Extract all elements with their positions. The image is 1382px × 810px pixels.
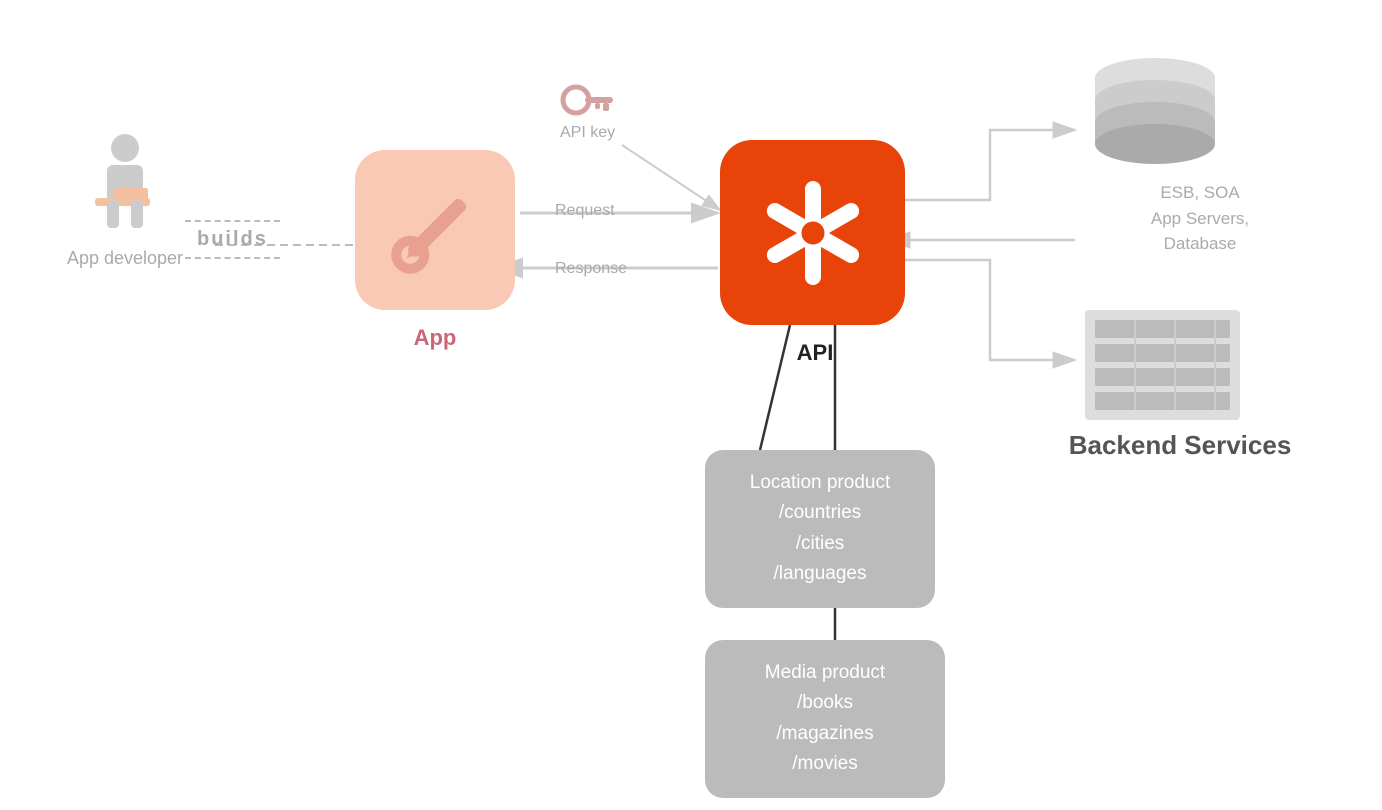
- diagram-container: App developer builds App API key: [0, 0, 1382, 810]
- media-line-1: Media product: [725, 658, 925, 688]
- location-line-1: Location product: [725, 468, 915, 498]
- media-line-4: /movies: [725, 749, 925, 779]
- db-svg: [1075, 50, 1235, 170]
- response-label: Response: [555, 260, 627, 278]
- developer-label: App developer: [67, 248, 183, 269]
- tools-icon: [380, 175, 490, 285]
- key-icon: [560, 80, 615, 120]
- media-box-text: Media product /books /magazines /movies: [725, 658, 925, 780]
- location-box-text: Location product /countries /cities /lan…: [725, 468, 915, 590]
- server-icon: [1075, 300, 1250, 435]
- database-icon: [1075, 50, 1235, 175]
- app-label: App: [395, 325, 475, 351]
- esb-label: ESB, SOAApp Servers,Database: [1100, 180, 1300, 257]
- api-box: [720, 140, 905, 325]
- location-line-2: /countries: [725, 498, 915, 528]
- app-box: [355, 150, 515, 310]
- api-key-label: API key: [560, 124, 615, 142]
- api-key-area: API key: [560, 80, 615, 142]
- person-icon: [85, 130, 165, 240]
- server-svg: [1075, 300, 1250, 430]
- api-icon: [748, 168, 878, 298]
- builds-label: builds: [185, 220, 280, 259]
- media-box: Media product /books /magazines /movies: [705, 640, 945, 798]
- backend-services-label: Backend Services: [1060, 430, 1300, 461]
- request-label: Request: [555, 202, 615, 220]
- location-line-3: /cities: [725, 529, 915, 559]
- location-line-4: /languages: [725, 559, 915, 589]
- media-line-3: /magazines: [725, 719, 925, 749]
- media-line-2: /books: [725, 688, 925, 718]
- location-box: Location product /countries /cities /lan…: [705, 450, 935, 608]
- api-label: API: [790, 340, 840, 366]
